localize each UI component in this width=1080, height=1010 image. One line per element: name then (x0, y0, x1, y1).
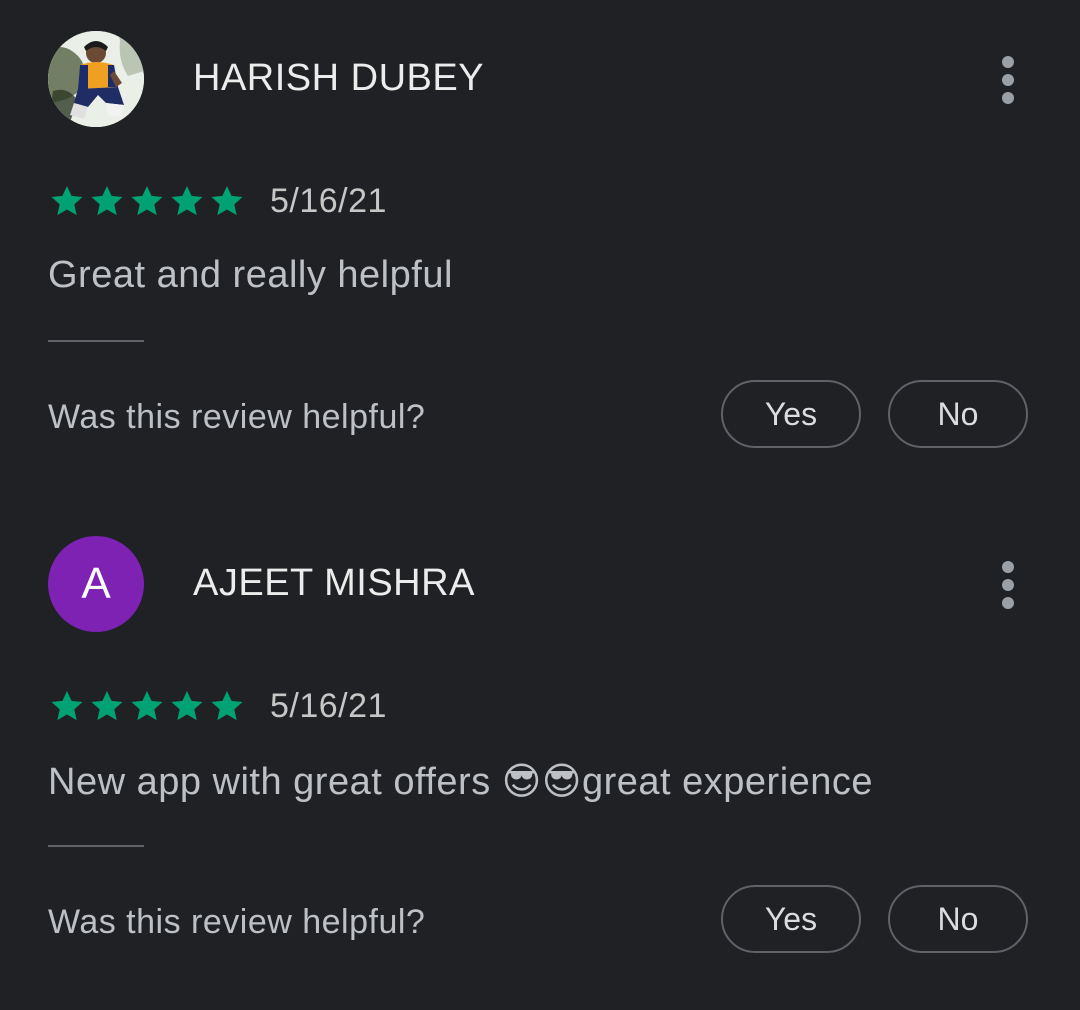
helpful-no-button[interactable]: No (888, 380, 1028, 448)
divider (48, 340, 144, 342)
helpful-yes-button[interactable]: Yes (721, 380, 861, 448)
star-icon (51, 690, 83, 721)
more-vert-icon-dot (1002, 92, 1014, 104)
avatar[interactable]: A (48, 536, 144, 632)
avatar[interactable] (48, 31, 144, 127)
more-vert-icon-dot (1002, 579, 1014, 591)
review-text: Great and really helpful (48, 254, 453, 296)
more-vert-icon (1002, 56, 1014, 68)
star-icon (91, 185, 123, 216)
reviewer-name: AJEET MISHRA (193, 562, 475, 604)
more-vert-icon-dot (1002, 597, 1014, 609)
reviewer-name: HARISH DUBEY (193, 57, 485, 99)
helpful-prompt: Was this review helpful? (48, 903, 426, 941)
review-card: A AJEET MISHRA 5/16/21 New app with grea… (0, 505, 1080, 1010)
review-date: 5/16/21 (270, 687, 387, 725)
star-rating (48, 685, 248, 727)
star-icon (211, 690, 243, 721)
more-vert-icon (1002, 561, 1014, 573)
star-icon (131, 185, 163, 216)
divider (48, 845, 144, 847)
star-icon (91, 690, 123, 721)
review-text: New app with great offers 😎😎great experi… (48, 761, 874, 803)
avatar-photo-image (48, 31, 144, 127)
star-rating (48, 180, 248, 222)
star-icon (131, 690, 163, 721)
more-vert-icon-dot (1002, 74, 1014, 86)
review-card: HARISH DUBEY 5/16/21 Great and really he… (0, 0, 1080, 505)
more-options-button[interactable] (990, 557, 1026, 613)
star-icon (211, 185, 243, 216)
helpful-no-button[interactable]: No (888, 885, 1028, 953)
star-icon (171, 690, 203, 721)
review-date: 5/16/21 (270, 182, 387, 220)
star-icon (51, 185, 83, 216)
helpful-prompt: Was this review helpful? (48, 398, 426, 436)
star-icon (171, 185, 203, 216)
helpful-yes-button[interactable]: Yes (721, 885, 861, 953)
more-options-button[interactable] (990, 52, 1026, 108)
